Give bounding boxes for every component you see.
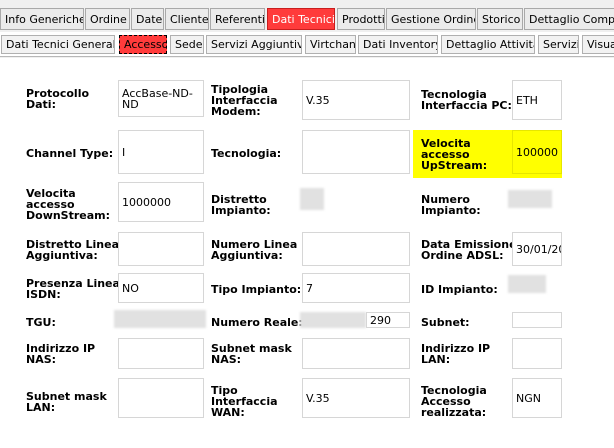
data-emissione-ordine-adsl-label: Data Emissione Ordine ADSL:: [421, 238, 517, 262]
tab-info-generiche[interactable]: Info Generiche: [0, 8, 84, 30]
protocollo-dati-field[interactable]: AccBase-ND- ND: [118, 80, 204, 117]
tab-dati-tecnici[interactable]: Dati Tecnici: [267, 8, 335, 30]
subtab-visua[interactable]: Visua: [582, 35, 614, 54]
tecnologia-label: Tecnologia:: [211, 146, 282, 160]
indirizzo-ip-nas-label: Indirizzo IP NAS:: [26, 342, 96, 366]
id-impianto-redacted: [508, 275, 546, 293]
tab-cliente[interactable]: Cliente: [165, 8, 209, 30]
subtab-dati-tecnici-generale[interactable]: Dati Tecnici Generale: [1, 35, 115, 54]
tipo-interfaccia-wan-label: Tipo Interfaccia WAN:: [211, 383, 278, 419]
distretto-impianto-label: Distretto Impianto:: [211, 193, 271, 217]
velocita-downstream-field[interactable]: 1000000: [118, 182, 204, 222]
protocollo-dati-label: Protocollo Dati:: [26, 87, 90, 111]
subnet-mask-nas-field[interactable]: [302, 338, 410, 369]
tab-referenti[interactable]: Referenti: [210, 8, 265, 30]
tab-storico[interactable]: Storico: [477, 8, 523, 30]
tgu-label: TGU:: [26, 315, 56, 329]
subnet-mask-lan-field[interactable]: [118, 378, 204, 418]
subtab-accesso[interactable]: Accesso: [119, 35, 167, 54]
indirizzo-ip-lan-field[interactable]: [512, 338, 562, 369]
subnet-mask-lan-label: Subnet mask LAN:: [26, 390, 107, 414]
tecnologia-interfaccia-pc-label: Tecnologia Interfaccia PC:: [421, 88, 512, 112]
subtab-dettaglio-attivita[interactable]: Dettaglio Attivita: [441, 35, 535, 54]
subtab-virtchan[interactable]: Virtchan: [305, 35, 356, 54]
subtab-servizi-aggiuntivi[interactable]: Servizi Aggiuntivi: [206, 35, 302, 54]
main-tab-bar: Info Generiche Ordine Date Cliente Refer…: [0, 8, 614, 31]
tipologia-interfaccia-modem-label: Tipologia Interfaccia Modem:: [211, 82, 278, 118]
numero-linea-aggiuntiva-field[interactable]: [302, 232, 410, 266]
subnet-mask-nas-label: Subnet mask NAS:: [211, 342, 292, 366]
numero-reale-label: Numero Reale:: [211, 315, 303, 329]
tipologia-interfaccia-modem-field[interactable]: V.35: [302, 80, 410, 120]
tab-prodotti[interactable]: Prodotti: [337, 8, 385, 30]
subnet-label: Subnet:: [421, 315, 470, 329]
numero-impianto-label: Numero Impianto:: [421, 193, 481, 217]
numero-reale-redacted: [300, 312, 366, 328]
tab-gestione-ordine[interactable]: Gestione Ordine: [386, 8, 476, 30]
tab-date[interactable]: Date: [131, 8, 164, 30]
subtab-dati-inventory[interactable]: Dati Inventory: [358, 35, 438, 54]
numero-impianto-redacted: [508, 190, 552, 208]
subtab-servizi[interactable]: Servizi: [538, 35, 579, 54]
tecnologia-accesso-realizzata-field[interactable]: NGN: [512, 378, 562, 418]
tecnologia-interfaccia-pc-field[interactable]: ETH: [512, 80, 562, 120]
velocita-upstream-field[interactable]: 100000: [512, 130, 562, 174]
numero-linea-aggiuntiva-label: Numero Linea Aggiuntiva:: [211, 238, 298, 262]
tgu-redacted: [114, 310, 206, 328]
id-impianto-label: ID Impianto:: [421, 282, 498, 296]
channel-type-label: Channel Type:: [26, 146, 114, 160]
distretto-linea-aggiuntiva-field[interactable]: [118, 232, 204, 266]
channel-type-field[interactable]: I: [118, 130, 204, 174]
distretto-linea-aggiuntiva-label: Distretto Linea Aggiuntiva:: [26, 238, 119, 262]
subtab-sede[interactable]: Sede: [170, 35, 204, 54]
indirizzo-ip-lan-label: Indirizzo IP LAN:: [421, 342, 491, 366]
tab-dettaglio-compo[interactable]: Dettaglio Compo: [524, 8, 614, 30]
tipo-impianto-label: Tipo Impianto:: [211, 282, 302, 296]
tipo-interfaccia-wan-field[interactable]: V.35: [302, 378, 410, 418]
velocita-downstream-label: Velocita accesso DownStream:: [26, 186, 111, 222]
tecnologia-accesso-realizzata-label: Tecnologia Accesso realizzata:: [421, 383, 487, 419]
numero-reale-field[interactable]: 290: [366, 312, 410, 328]
distretto-impianto-redacted: [300, 188, 324, 210]
indirizzo-ip-nas-field[interactable]: [118, 338, 204, 369]
tipo-impianto-field[interactable]: 7: [302, 273, 410, 303]
tab-ordine[interactable]: Ordine: [85, 8, 130, 30]
presenza-linea-isdn-label: Presenza Linea ISDN:: [26, 277, 120, 301]
presenza-linea-isdn-field[interactable]: NO: [118, 273, 204, 303]
subnet-field[interactable]: [512, 312, 562, 328]
tecnologia-field[interactable]: [302, 130, 410, 174]
data-emissione-ordine-adsl-field[interactable]: 30/01/2023: [512, 232, 562, 266]
velocita-upstream-label: Velocita accesso UpStream:: [421, 136, 488, 172]
